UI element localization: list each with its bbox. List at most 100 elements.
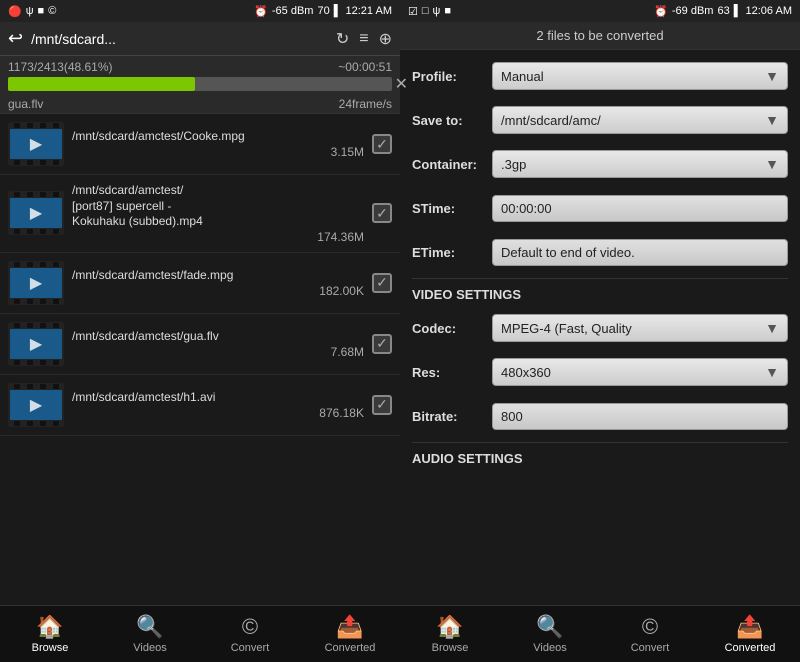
right-signal-text: -69 dBm (672, 5, 714, 17)
codec-control: MPEG-4 (Fast, Quality ▼ (492, 314, 788, 342)
audio-settings-header: AUDIO SETTINGS (412, 442, 788, 466)
right-app-icon: ■ (444, 5, 451, 17)
res-control: 480x360 ▼ (492, 358, 788, 386)
etime-input[interactable]: Default to end of video. (492, 239, 788, 266)
file-item[interactable]: ▶ /mnt/sdcard/amctest/Cooke.mpg 3.15M ✓ (0, 114, 400, 175)
file-checkbox[interactable]: ✓ (372, 134, 392, 154)
right-nav-browse-button[interactable]: 🏠 Browse (400, 610, 500, 658)
stime-input[interactable]: 00:00:00 (492, 195, 788, 222)
container-dropdown[interactable]: .3gp ▼ (492, 150, 788, 178)
file-subtitle-bar: gua.flv 24frame/s (0, 95, 400, 114)
file-checkbox[interactable]: ✓ (372, 334, 392, 354)
right-nav-convert-button[interactable]: © Convert (600, 610, 700, 658)
file-info: /mnt/sdcard/amctest/[port87] supercell -… (72, 183, 364, 244)
left-bottom-nav: 🏠 Browse 🔍 Videos © Convert 📤 Converted (0, 605, 400, 662)
file-thumbnail: ▶ (8, 261, 64, 305)
videos-label: Videos (133, 642, 166, 654)
left-battery-text: 70 (317, 5, 329, 17)
menu-icon[interactable]: ≡ (359, 30, 368, 48)
left-signal-text: -65 dBm (272, 5, 314, 17)
codec-row: Codec: MPEG-4 (Fast, Quality ▼ (412, 310, 788, 346)
nav-converted-button[interactable]: 📤 Converted (300, 610, 400, 658)
file-path: /mnt/sdcard/amctest/[port87] supercell -… (72, 183, 364, 230)
res-dropdown-arrow: ▼ (765, 364, 779, 380)
nav-icons-group: ↻ ≡ ⊕ (336, 29, 392, 49)
nav-bar: ↩ /mnt/sdcard... ↻ ≡ ⊕ (0, 22, 400, 56)
files-info-text: 2 files to be converted (536, 28, 663, 43)
profile-value: Manual (501, 69, 544, 84)
etime-value: Default to end of video. (501, 245, 635, 260)
refresh-icon[interactable]: ↻ (336, 29, 349, 49)
file-thumbnail: ▶ (8, 191, 64, 235)
left-battery-icon: ▌ (334, 5, 342, 17)
notification-icon: 🔴 (8, 5, 22, 18)
profile-row: Profile: Manual ▼ (412, 58, 788, 94)
box-icon: □ (422, 5, 429, 17)
profile-dropdown[interactable]: Manual ▼ (492, 62, 788, 90)
file-checkbox[interactable]: ✓ (372, 203, 392, 223)
right-time: 12:06 AM (746, 5, 792, 17)
bitrate-input[interactable]: 800 (492, 403, 788, 430)
right-panel: ☑ □ ψ ■ ⏰ -69 dBm 63 ▌ 12:06 AM 2 files … (400, 0, 800, 662)
left-status-icons: 🔴 ψ ■ © (8, 5, 56, 18)
nav-path-text: /mnt/sdcard... (31, 31, 328, 47)
progress-close-button[interactable]: ✕ (395, 74, 408, 94)
codec-dropdown[interactable]: MPEG-4 (Fast, Quality ▼ (492, 314, 788, 342)
codec-value: MPEG-4 (Fast, Quality (501, 321, 632, 336)
file-item[interactable]: ▶ /mnt/sdcard/amctest/fade.mpg 182.00K ✓ (0, 253, 400, 314)
right-battery-icon: ▌ (734, 5, 742, 17)
app-icon: ■ (38, 5, 45, 17)
etime-label: ETime: (412, 245, 492, 260)
file-info: /mnt/sdcard/amctest/h1.avi 876.18K (72, 390, 364, 420)
stime-value: 00:00:00 (501, 201, 552, 216)
progress-percent-text: 1173/2413(48.61%) (8, 60, 113, 74)
file-info: /mnt/sdcard/amctest/Cooke.mpg 3.15M (72, 129, 364, 159)
converted-label: Converted (325, 642, 376, 654)
file-thumbnail: ▶ (8, 122, 64, 166)
file-item[interactable]: ▶ /mnt/sdcard/amctest/[port87] supercell… (0, 175, 400, 253)
progress-container: 1173/2413(48.61%) ~00:00:51 ✕ (0, 56, 400, 95)
check-icon: ☑ (408, 5, 418, 18)
usb-icon: ψ (26, 5, 34, 17)
files-info-bar: 2 files to be converted (400, 22, 800, 50)
file-thumbnail: ▶ (8, 322, 64, 366)
stime-label: STime: (412, 201, 492, 216)
bitrate-control: 800 (492, 403, 788, 430)
save-to-dropdown[interactable]: /mnt/sdcard/amc/ ▼ (492, 106, 788, 134)
res-dropdown[interactable]: 480x360 ▼ (492, 358, 788, 386)
nav-videos-button[interactable]: 🔍 Videos (100, 610, 200, 658)
convert-icon: © (242, 614, 258, 640)
codec-label: Codec: (412, 321, 492, 336)
nav-browse-button[interactable]: 🏠 Browse (0, 610, 100, 658)
right-videos-icon: 🔍 (536, 614, 563, 640)
back-button[interactable]: ↩ (8, 28, 23, 49)
right-battery-text: 63 (717, 5, 729, 17)
file-checkbox[interactable]: ✓ (372, 395, 392, 415)
right-nav-videos-button[interactable]: 🔍 Videos (500, 610, 600, 658)
file-checkbox[interactable]: ✓ (372, 273, 392, 293)
right-converted-icon: 📤 (736, 614, 763, 640)
right-status-right: ⏰ -69 dBm 63 ▌ 12:06 AM (654, 5, 792, 18)
file-item[interactable]: ▶ /mnt/sdcard/amctest/gua.flv 7.68M ✓ (0, 314, 400, 375)
file-size: 182.00K (72, 284, 364, 298)
right-converted-label: Converted (725, 642, 776, 654)
container-control: .3gp ▼ (492, 150, 788, 178)
container-row: Container: .3gp ▼ (412, 146, 788, 182)
right-browse-label: Browse (432, 642, 469, 654)
etime-row: ETime: Default to end of video. (412, 234, 788, 270)
stime-control: 00:00:00 (492, 195, 788, 222)
browse-label: Browse (32, 642, 69, 654)
video-settings-header: VIDEO SETTINGS (412, 278, 788, 302)
file-item[interactable]: ▶ /mnt/sdcard/amctest/h1.avi 876.18K ✓ (0, 375, 400, 436)
file-path: /mnt/sdcard/amctest/h1.avi (72, 390, 364, 406)
file-info: /mnt/sdcard/amctest/gua.flv 7.68M (72, 329, 364, 359)
progress-bar-fill (8, 77, 195, 91)
right-nav-converted-button[interactable]: 📤 Converted (700, 610, 800, 658)
overflow-icon[interactable]: ⊕ (379, 29, 392, 49)
progress-bar-track: ✕ (8, 77, 392, 91)
file-list: ▶ /mnt/sdcard/amctest/Cooke.mpg 3.15M ✓ … (0, 114, 400, 605)
nav-convert-button[interactable]: © Convert (200, 610, 300, 658)
current-filename: gua.flv (8, 97, 43, 111)
profile-control: Manual ▼ (492, 62, 788, 90)
save-to-label: Save to: (412, 113, 492, 128)
